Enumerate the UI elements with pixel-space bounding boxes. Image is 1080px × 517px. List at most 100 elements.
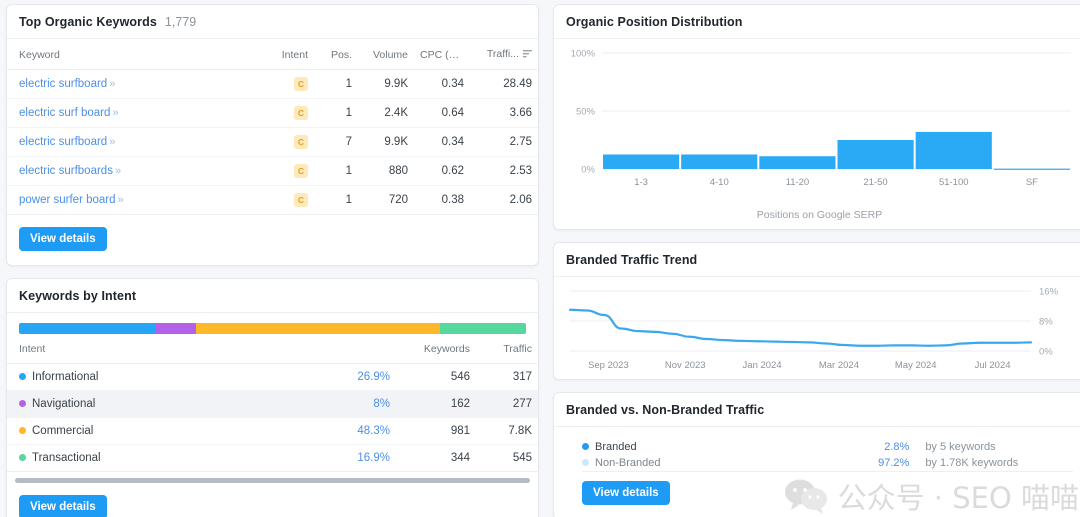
intent-distribution-bar: [19, 323, 526, 334]
branded-vs-nonbranded-card: Branded vs. Non-Branded Traffic Branded2…: [553, 392, 1080, 517]
view-details-button[interactable]: View details: [582, 481, 670, 505]
column-header-intent[interactable]: Intent: [7, 334, 276, 364]
svg-text:21-50: 21-50: [863, 177, 887, 188]
keyword-cell: electric surfboard»: [7, 70, 262, 99]
legend-item[interactable]: Branded2.8%by 5 keywords: [582, 439, 1073, 455]
svg-text:8%: 8%: [1039, 317, 1053, 328]
page-title: Branded Traffic Trend: [566, 253, 697, 267]
keyword-link[interactable]: power surfer board: [19, 194, 116, 206]
status-badge[interactable]: C: [294, 77, 308, 91]
view-details-button[interactable]: View details: [19, 227, 107, 251]
chevron-right-icon[interactable]: »: [118, 194, 124, 206]
position-cell: 7: [314, 128, 358, 157]
color-dot-icon: [582, 443, 589, 450]
chevron-right-icon[interactable]: »: [112, 107, 118, 119]
column-header-traffic[interactable]: Traffi...: [470, 39, 538, 70]
intent-cell: C: [262, 157, 314, 186]
svg-text:11-20: 11-20: [786, 177, 810, 188]
intent-bar-segment[interactable]: [155, 323, 196, 334]
chevron-right-icon[interactable]: »: [109, 136, 115, 148]
legend-percent[interactable]: 97.2%: [746, 455, 910, 472]
color-dot-icon: [19, 427, 26, 434]
x-axis-title: Positions on Google SERP: [554, 209, 1080, 229]
cpc-cell: 0.62: [414, 157, 470, 186]
status-badge[interactable]: C: [294, 135, 308, 149]
traffic-cell: 317: [476, 364, 538, 391]
chevron-right-icon[interactable]: »: [109, 78, 115, 90]
traffic-cell: 2.75: [470, 128, 538, 157]
view-details-wrap: View details: [7, 483, 538, 517]
traffic-cell: 277: [476, 391, 538, 418]
sort-descending-icon[interactable]: [523, 49, 532, 61]
position-cell: 1: [314, 157, 358, 186]
organic-position-distribution-card: Organic Position Distribution 0%50%100%1…: [553, 4, 1080, 230]
table-row: Transactional 16.9%344545: [7, 445, 538, 472]
column-header-traffic[interactable]: Traffic: [476, 334, 538, 364]
intent-bar-segment[interactable]: [19, 323, 155, 334]
keyword-link[interactable]: electric surfboard: [19, 78, 107, 90]
legend-percent[interactable]: 2.8%: [746, 439, 910, 455]
column-header-pos[interactable]: Pos.: [314, 39, 358, 70]
percent-cell[interactable]: 16.9%: [276, 445, 396, 472]
column-header-intent[interactable]: Intent: [262, 39, 314, 70]
svg-text:Jul 2024: Jul 2024: [975, 360, 1011, 371]
card-header: Branded Traffic Trend: [554, 243, 1080, 277]
right-column: Organic Position Distribution 0%50%100%1…: [553, 4, 1080, 517]
keywords-cell: 981: [396, 418, 476, 445]
color-dot-icon: [19, 373, 26, 380]
table-row: Informational26.9%546317: [7, 364, 538, 391]
table-row: electric surfboard»C19.9K0.3428.49: [7, 70, 538, 99]
cpc-cell: 0.34: [414, 70, 470, 99]
intent-bar-segment[interactable]: [196, 323, 441, 334]
svg-text:50%: 50%: [576, 107, 596, 118]
svg-text:0%: 0%: [1039, 347, 1053, 358]
page-title: Organic Position Distribution: [566, 15, 743, 29]
position-distribution-chart: 0%50%100%1-34-1011-2021-5051-100SF: [564, 45, 1075, 205]
column-header-keywords[interactable]: Keywords: [396, 334, 476, 364]
column-header-cpc[interactable]: CPC (U...: [414, 39, 470, 70]
column-header-traffic-label: Traffi...: [487, 48, 519, 60]
column-header-volume[interactable]: Volume: [358, 39, 414, 70]
percent-cell[interactable]: 48.3%: [276, 418, 396, 445]
keyword-cell: electric surfboard»: [7, 128, 262, 157]
keywords-cell: 344: [396, 445, 476, 472]
intent-bar-segment[interactable]: [440, 323, 526, 334]
keyword-cell: electric surfboards»: [7, 157, 262, 186]
position-cell: 1: [314, 99, 358, 128]
intent-table-body: Informational26.9%546317Navigational8%16…: [7, 364, 538, 472]
color-dot-icon: [582, 459, 589, 466]
table-header-row: Intent Keywords Traffic: [7, 334, 538, 364]
volume-cell: 9.9K: [358, 70, 414, 99]
cpc-cell: 0.38: [414, 186, 470, 215]
column-header-keyword[interactable]: Keyword: [7, 39, 262, 70]
volume-cell: 720: [358, 186, 414, 215]
keyword-link[interactable]: electric surfboard: [19, 136, 107, 148]
intent-cell: C: [262, 128, 314, 157]
keyword-link[interactable]: electric surf board: [19, 107, 110, 119]
keyword-link[interactable]: electric surfboards: [19, 165, 113, 177]
percent-cell[interactable]: 26.9%: [276, 364, 396, 391]
status-badge[interactable]: C: [294, 164, 308, 178]
card-header: Branded vs. Non-Branded Traffic: [554, 393, 1080, 427]
legend-keywords: by 1.78K keywords: [909, 455, 1073, 472]
intent-cell: C: [262, 99, 314, 128]
status-badge[interactable]: C: [294, 193, 308, 207]
keywords-table: Keyword Intent Pos. Volume CPC (U... Tra…: [7, 39, 538, 215]
view-details-button[interactable]: View details: [19, 495, 107, 517]
svg-text:1-3: 1-3: [634, 177, 648, 188]
legend-name-cell: Branded: [582, 439, 746, 455]
legend-item[interactable]: Non-Branded97.2%by 1.78K keywords: [582, 455, 1073, 472]
table-row: power surfer board»C17200.382.06: [7, 186, 538, 215]
traffic-cell: 545: [476, 445, 538, 472]
table-row: electric surfboards»C18800.622.53: [7, 157, 538, 186]
card-header: Top Organic Keywords 1,779: [7, 5, 538, 39]
intent-label: Transactional: [32, 452, 101, 464]
line-chart-body: 0%8%16%Sep 2023Nov 2023Jan 2024Mar 2024M…: [554, 277, 1080, 379]
percent-cell[interactable]: 8%: [276, 391, 396, 418]
chevron-right-icon[interactable]: »: [115, 165, 121, 177]
svg-text:May 2024: May 2024: [895, 360, 937, 371]
status-badge[interactable]: C: [294, 106, 308, 120]
legend-name-cell: Non-Branded: [582, 455, 746, 472]
table-row: electric surf board»C12.4K0.643.66: [7, 99, 538, 128]
page-title: Keywords by Intent: [19, 289, 136, 303]
